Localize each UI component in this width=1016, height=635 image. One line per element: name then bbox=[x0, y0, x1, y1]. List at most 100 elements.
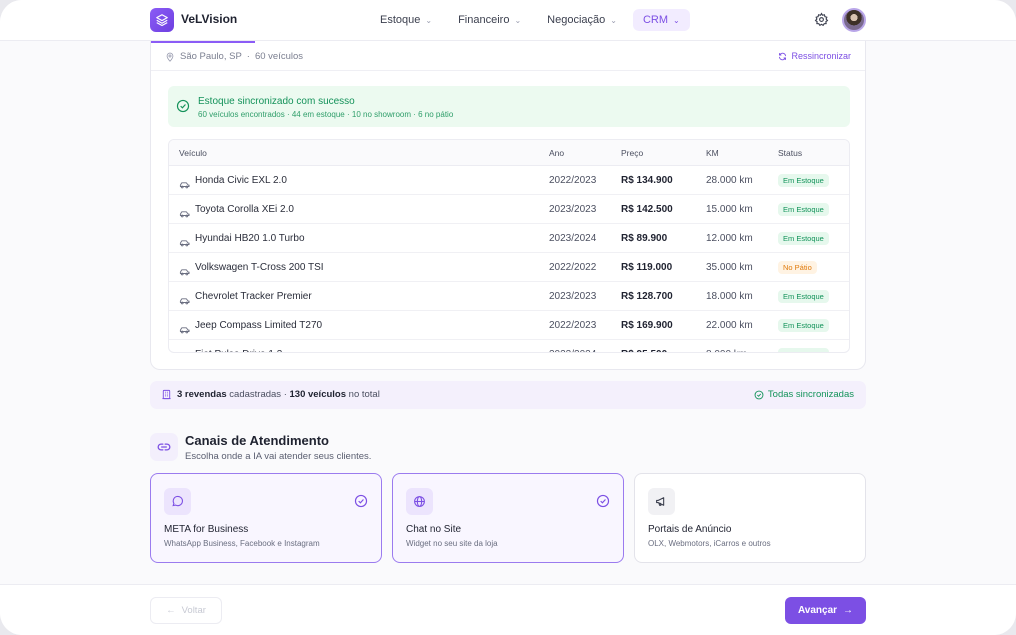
all-synced-status: Todas sincronizadas bbox=[754, 389, 854, 400]
brand-name: VeLVision bbox=[181, 12, 238, 26]
dealers-summary-bar: 3 revendas cadastradas · 130 veículos no… bbox=[150, 381, 866, 409]
vehicle-name: Toyota Corolla XEi 2.0 bbox=[195, 204, 294, 215]
dealer-inventory-card: São Paulo, SP · 60 veículos Ressincroniz… bbox=[150, 41, 866, 370]
arrow-left-icon: ← bbox=[166, 605, 176, 616]
vehicle-price: R$ 142.500 bbox=[621, 204, 673, 215]
divider bbox=[151, 70, 865, 71]
megaphone-icon bbox=[648, 488, 675, 515]
table-row[interactable]: Hyundai HB20 1.0 Turbo 2023/2024 R$ 89.900… bbox=[169, 224, 849, 253]
col-year: Ano bbox=[549, 148, 565, 158]
check-circle-icon bbox=[176, 99, 190, 113]
car-icon bbox=[179, 176, 190, 189]
channel-meta-business[interactable]: META for Business WhatsApp Business, Fac… bbox=[150, 473, 382, 563]
vehicle-km: 35.000 km bbox=[706, 262, 753, 273]
vehicle-km: 28.000 km bbox=[706, 175, 753, 186]
vehicle-name: Honda Civic EXL 2.0 bbox=[195, 175, 287, 186]
channel-subtitle: OLX, Webmotors, iCarros e outros bbox=[648, 539, 771, 548]
col-status: Status bbox=[778, 148, 803, 158]
gear-icon[interactable] bbox=[814, 12, 829, 27]
chevron-down-icon: ⌄ bbox=[673, 15, 680, 25]
nav-financeiro-label: Financeiro bbox=[458, 14, 510, 26]
sync-success-banner: Estoque sincronizado com sucesso 60 veíc… bbox=[168, 86, 850, 127]
col-km: KM bbox=[706, 148, 719, 158]
all-synced-label: Todas sincronizadas bbox=[767, 389, 854, 400]
vehicle-year: 2022/2023 bbox=[549, 175, 597, 186]
vehicle-name: Hyundai HB20 1.0 Turbo bbox=[195, 233, 305, 244]
channel-ad-portals[interactable]: Portais de Anúncio OLX, Webmotors, iCarr… bbox=[634, 473, 866, 563]
vehicle-name: Volkswagen T-Cross 200 TSI bbox=[195, 262, 324, 273]
user-avatar[interactable] bbox=[842, 8, 866, 32]
vehicle-price: R$ 89.900 bbox=[621, 233, 668, 244]
vehicle-km: 18.000 km bbox=[706, 291, 753, 302]
vehicle-name: Jeep Compass Limited T270 bbox=[195, 320, 323, 331]
nav-estoque[interactable]: Estoque ⌄ bbox=[370, 9, 442, 31]
wizard-footer: ← Voltar Avançar → bbox=[0, 584, 1016, 635]
layers-icon[interactable] bbox=[150, 8, 174, 32]
vehicle-km: 22.000 km bbox=[706, 320, 753, 331]
sync-success-detail: 60 veículos encontrados · 44 em estoque … bbox=[198, 110, 454, 119]
car-icon bbox=[179, 263, 190, 276]
globe-icon bbox=[406, 488, 433, 515]
vehicle-km: 8.000 km bbox=[706, 349, 747, 352]
channel-site-chat[interactable]: Chat no Site Widget no seu site da loja bbox=[392, 473, 624, 563]
table-row[interactable]: Volkswagen T-Cross 200 TSI 2022/2022 R$ 11… bbox=[169, 253, 849, 282]
table-header: Veículo Ano Preço KM Status bbox=[169, 140, 849, 166]
separator-dot: · bbox=[246, 51, 250, 62]
vehicle-name: Chevrolet Tracker Premier bbox=[195, 291, 312, 302]
status-badge: Em Estoque bbox=[778, 290, 829, 303]
inventory-table[interactable]: Veículo Ano Preço KM Status Honda Civic … bbox=[168, 139, 850, 353]
refresh-icon bbox=[779, 52, 787, 60]
table-row[interactable]: Fiat Pulse Drive 1.3 2023/2024 R$ 95.500 8.… bbox=[169, 340, 849, 352]
status-badge: No Pátio bbox=[778, 261, 817, 274]
vehicle-year: 2023/2024 bbox=[549, 349, 596, 352]
check-circle-icon bbox=[596, 494, 610, 508]
channel-title: Portais de Anúncio bbox=[648, 524, 732, 535]
vehicles-suffix: no total bbox=[346, 389, 380, 400]
next-button[interactable]: Avançar → bbox=[785, 597, 866, 624]
status-badge: Em Estoque bbox=[778, 348, 829, 352]
nav-crm[interactable]: CRM ⌄ bbox=[632, 9, 690, 31]
nav-estoque-label: Estoque bbox=[380, 14, 421, 26]
location-text: São Paulo, SP bbox=[180, 51, 242, 62]
status-badge: Em Estoque bbox=[778, 203, 829, 216]
back-button[interactable]: ← Voltar bbox=[150, 597, 222, 624]
resync-button[interactable]: Ressincronizar bbox=[778, 51, 851, 61]
main-nav: Estoque ⌄ Financeiro ⌄ Negociação ⌄ CRM … bbox=[370, 9, 690, 31]
col-vehicle: Veículo bbox=[179, 148, 207, 158]
channels-subtitle: Escolha onde a IA vai atender seus clien… bbox=[185, 451, 372, 462]
table-row[interactable]: Toyota Corolla XEi 2.0 2023/2023 R$ 142.50… bbox=[169, 195, 849, 224]
col-price: Preço bbox=[621, 148, 644, 158]
chevron-down-icon: ⌄ bbox=[610, 15, 617, 25]
vehicle-price: R$ 95.500 bbox=[621, 349, 667, 352]
top-header: VeLVision Estoque ⌄ Financeiro ⌄ Negocia… bbox=[0, 0, 1016, 41]
check-circle-icon bbox=[354, 494, 368, 508]
location-pin-icon bbox=[166, 52, 174, 62]
status-badge: Em Estoque bbox=[778, 319, 829, 332]
summary-text: 3 revendas cadastradas · 130 veículos no… bbox=[177, 389, 380, 400]
table-row[interactable]: Honda Civic EXL 2.0 2022/2023 R$ 134.900 28… bbox=[169, 166, 849, 195]
chevron-down-icon: ⌄ bbox=[514, 15, 522, 25]
nav-negociacao[interactable]: Negociação ⌄ bbox=[537, 9, 627, 31]
nav-crm-label: CRM bbox=[642, 14, 668, 26]
vehicle-year: 2023/2024 bbox=[549, 233, 597, 244]
channel-subtitle: Widget no seu site da loja bbox=[406, 539, 498, 548]
nav-negociacao-label: Negociação bbox=[547, 14, 606, 26]
vehicles-total: 130 veículos bbox=[289, 389, 347, 400]
vehicle-price: R$ 169.900 bbox=[621, 320, 673, 331]
vehicle-year: 2022/2023 bbox=[549, 320, 597, 331]
channel-subtitle: WhatsApp Business, Facebook e Instagram bbox=[164, 539, 320, 548]
table-row[interactable]: Jeep Compass Limited T270 2022/2023 R$ 169… bbox=[169, 311, 849, 340]
channel-title: META for Business bbox=[164, 524, 249, 535]
vehicle-year: 2022/2022 bbox=[549, 262, 597, 273]
nav-financeiro[interactable]: Financeiro ⌄ bbox=[448, 9, 531, 31]
vehicle-name: Fiat Pulse Drive 1.3 bbox=[195, 349, 282, 352]
car-icon bbox=[179, 234, 190, 247]
table-row[interactable]: Chevrolet Tracker Premier 2023/2023 R$ 128… bbox=[169, 282, 849, 311]
check-circle-icon bbox=[754, 390, 764, 399]
app-window: VeLVision Estoque ⌄ Financeiro ⌄ Negocia… bbox=[0, 0, 1016, 635]
dealer-location: São Paulo, SP · 60 veículos bbox=[165, 51, 303, 62]
vehicle-km: 12.000 km bbox=[706, 233, 753, 244]
vehicle-price: R$ 128.700 bbox=[621, 291, 673, 302]
progress-indicator bbox=[151, 41, 255, 43]
building-icon bbox=[162, 389, 171, 400]
